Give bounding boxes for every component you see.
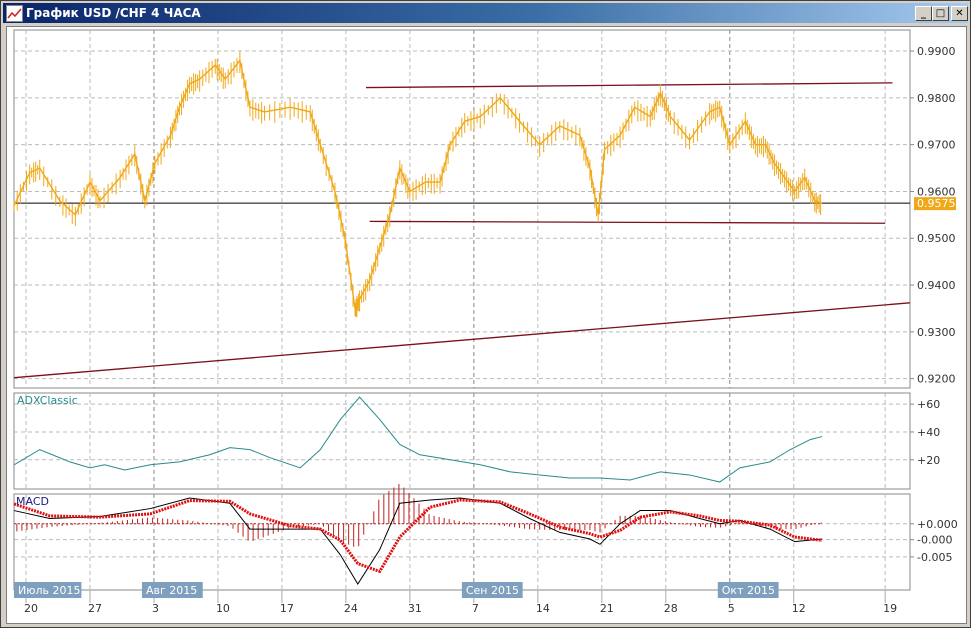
panel-ADXClassic	[13, 392, 911, 490]
month-label: Окт 2015	[722, 584, 775, 597]
x-tick-label: 20	[24, 602, 38, 615]
x-tick-label: 17	[280, 602, 294, 615]
y-tick-label: 0.9200	[917, 373, 956, 386]
y-tick-label: +60	[917, 398, 940, 411]
y-tick-label: 0.9900	[917, 45, 956, 58]
x-tick-label: 14	[536, 602, 550, 615]
month-label: Авг 2015	[146, 584, 197, 597]
y-tick-label: 0.9300	[917, 326, 956, 339]
x-tick-label: 3	[152, 602, 159, 615]
y-tick-label: 0.9400	[917, 279, 956, 292]
x-tick-label: 10	[216, 602, 230, 615]
chart-canvas[interactable]: 0.99000.98000.97000.96000.95000.94000.93…	[0, 0, 971, 628]
adx-title: ADXClassic	[17, 394, 78, 407]
x-tick-label: 31	[408, 602, 422, 615]
y-tick-label: +40	[917, 426, 940, 439]
x-tick-label: 7	[472, 602, 479, 615]
y-tick-label: 0.9700	[917, 139, 956, 152]
y-tick-label: +20	[917, 454, 940, 467]
month-label: Июль 2015	[18, 584, 81, 597]
macd-title: MACD	[16, 495, 49, 508]
month-label: Сен 2015	[466, 584, 519, 597]
y-tick-label: 0.9500	[917, 232, 956, 245]
x-tick-label: 27	[88, 602, 102, 615]
x-tick-label: 19	[883, 602, 897, 615]
current-price-label: 0.9575	[917, 197, 956, 210]
y-tick-label: -0.005	[917, 551, 952, 564]
x-tick-label: 28	[664, 602, 678, 615]
x-tick-label: 24	[344, 602, 358, 615]
y-tick-label: -0.000	[917, 534, 952, 547]
x-tick-label: 12	[792, 602, 806, 615]
y-tick-label: 0.9800	[917, 92, 956, 105]
x-tick-label: 21	[600, 602, 614, 615]
x-tick-label: 5	[728, 602, 735, 615]
y-tick-label: +0.000	[917, 518, 958, 531]
